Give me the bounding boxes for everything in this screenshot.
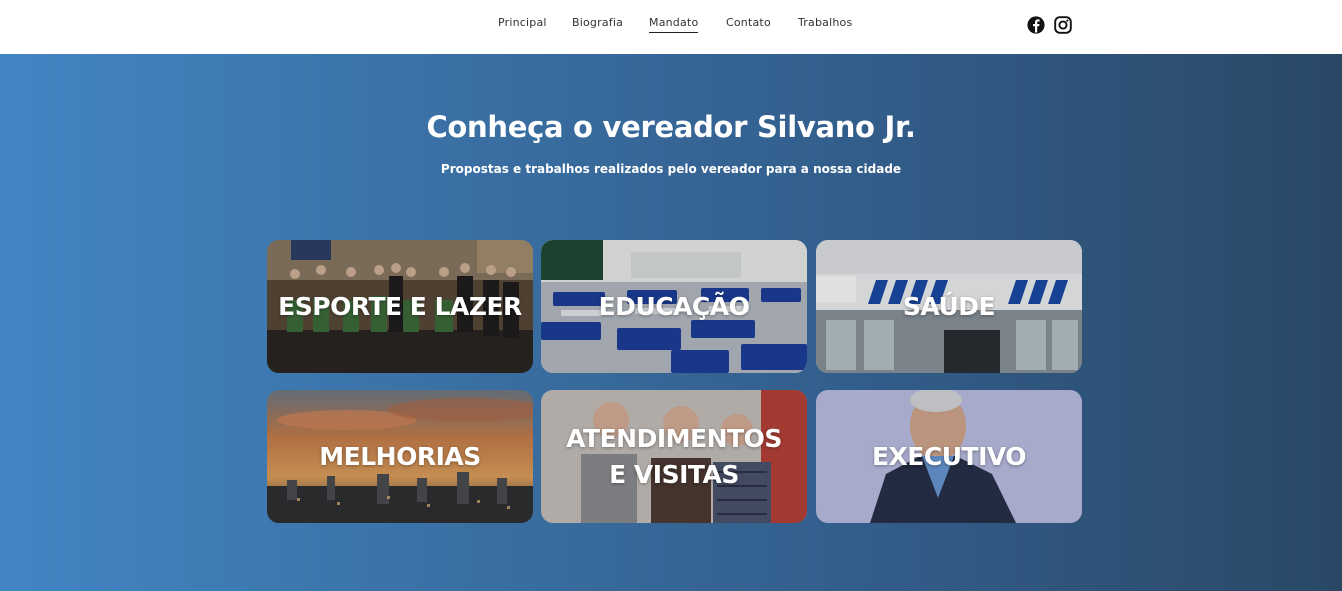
card-label: EDUCAÇÃO	[598, 292, 750, 321]
hero-section: Conheça o vereador Silvano Jr. Propostas…	[0, 54, 1342, 591]
card-label: EXECUTIVO	[871, 442, 1027, 471]
card-saude[interactable]: SAÚDE	[816, 240, 1082, 373]
card-esporte-e-lazer[interactable]: ESPORTE E LAZER	[267, 240, 533, 373]
nav-item-principal[interactable]: Principal	[498, 16, 547, 29]
card-executivo[interactable]: EXECUTIVO	[816, 390, 1082, 523]
card-label: ESPORTE E LAZER	[278, 292, 522, 321]
instagram-icon[interactable]	[1053, 15, 1073, 35]
nav-item-trabalhos[interactable]: Trabalhos	[798, 16, 852, 29]
card-overlay	[541, 390, 807, 523]
main-nav: Principal Biografia Mandato Contato Trab…	[0, 0, 1342, 54]
card-label: SAÚDE	[902, 292, 996, 321]
card-label: MELHORIAS	[319, 442, 481, 471]
facebook-icon[interactable]	[1026, 15, 1046, 35]
top-navigation-bar: Principal Biografia Mandato Contato Trab…	[0, 0, 1342, 54]
card-melhorias[interactable]: MELHORIAS	[267, 390, 533, 523]
hero-subtitle: Propostas e trabalhos realizados pelo ve…	[440, 162, 902, 176]
card-label-line-1: ATENDIMENTOS	[566, 424, 782, 453]
hero-title: Conheça o vereador Silvano Jr.	[426, 110, 916, 144]
nav-item-biografia[interactable]: Biografia	[572, 16, 623, 29]
card-label-line-2: E VISITAS	[609, 460, 739, 489]
nav-item-contato[interactable]: Contato	[726, 16, 771, 29]
nav-item-mandato[interactable]: Mandato	[649, 16, 699, 33]
card-educacao[interactable]: EDUCAÇÃO	[541, 240, 807, 373]
card-atendimentos-e-visitas[interactable]: ATENDIMENTOS E VISITAS	[541, 390, 807, 523]
